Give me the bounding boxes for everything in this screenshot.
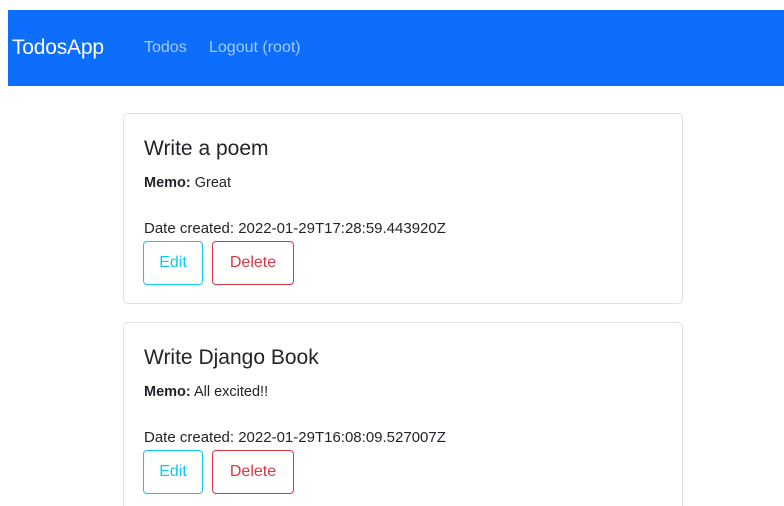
brand-link[interactable]: TodosApp [12,34,104,62]
memo-label: Memo: [144,384,191,400]
memo-text: All excited!! [193,384,269,400]
todo-title: Write Django Book [144,346,319,369]
edit-button[interactable]: Edit [143,241,203,285]
todo-date-created: Date created: 2022-01-29T16:08:09.527007… [144,429,446,446]
memo-label: Memo: [144,175,191,191]
nav-link-logout[interactable]: Logout (root) [209,37,301,59]
todo-memo: Memo: All excited!! [144,382,268,402]
edit-button[interactable]: Edit [143,450,203,494]
todo-date-created: Date created: 2022-01-29T17:28:59.443920… [144,220,446,237]
delete-button[interactable]: Delete [212,241,294,285]
delete-button[interactable]: Delete [212,450,294,494]
page: TodosApp Todos Logout (root) Write a poe… [0,0,784,506]
todo-memo: Memo: Great [144,173,231,193]
navbar: TodosApp Todos Logout (root) [8,10,784,86]
todo-title: Write a poem [144,137,269,160]
memo-text: Great [194,175,232,191]
nav-link-todos[interactable]: Todos [144,37,187,59]
todo-card: Write a poem Memo: Great Date created: 2… [123,113,683,304]
todo-card: Write Django Book Memo: All excited!! Da… [123,322,683,506]
